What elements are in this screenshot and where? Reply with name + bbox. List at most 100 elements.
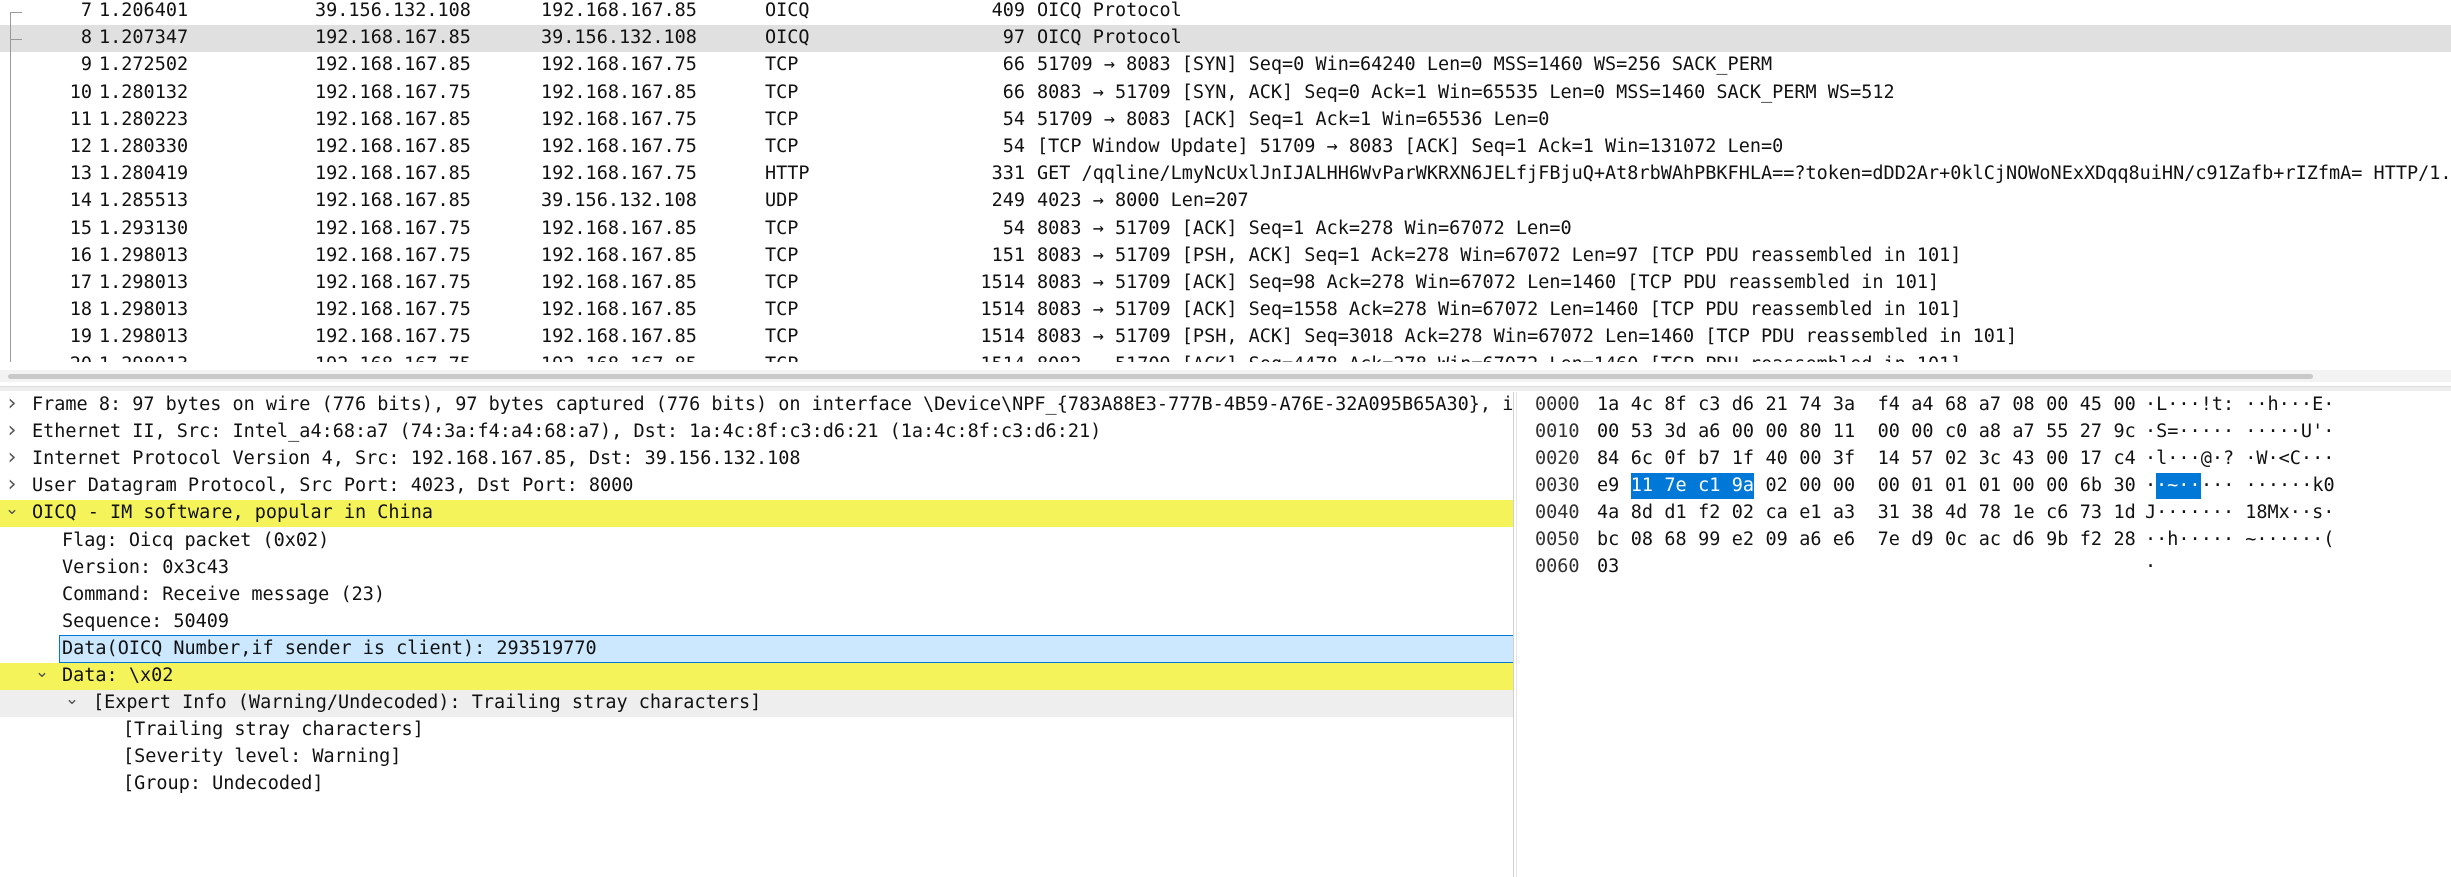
- hex-byte[interactable]: 00: [2012, 473, 2034, 499]
- hex-byte[interactable]: 01: [1945, 473, 1967, 499]
- packet-list-scrollbar-thumb[interactable]: [8, 374, 2313, 379]
- detail-row[interactable]: › User Datagram Protocol, Src Port: 4023,…: [0, 473, 1513, 500]
- hex-byte[interactable]: c4: [2114, 446, 2136, 472]
- hex-byte[interactable]: bc: [1597, 527, 1619, 553]
- hex-byte[interactable]: 9b: [2046, 527, 2068, 553]
- hex-byte[interactable]: f4: [1878, 392, 1900, 418]
- pane-splitter[interactable]: [0, 386, 2451, 391]
- packet-bytes-pane[interactable]: 0000 1a 4c 8f c3 d6 21 74 3a f4 a4 68 a7 08 00 45 00 ·L··…: [1517, 392, 2451, 877]
- detail-row[interactable]: [Group: Undecoded]: [0, 771, 1513, 798]
- hex-byte[interactable]: d6: [1732, 392, 1754, 418]
- hex-byte[interactable]: 78: [1979, 500, 2001, 526]
- hex-byte[interactable]: a4: [1911, 392, 1933, 418]
- chevron-down-icon[interactable]: ⌄: [34, 663, 50, 681]
- hex-byte[interactable]: a6: [1799, 527, 1821, 553]
- hex-byte[interactable]: 4c: [1631, 392, 1653, 418]
- hex-byte[interactable]: 11: [1833, 419, 1855, 445]
- chevron-down-icon[interactable]: ⌄: [4, 500, 20, 518]
- hex-byte[interactable]: e9: [1597, 473, 1619, 499]
- hex-byte[interactable]: ac: [1979, 527, 2001, 553]
- hex-byte[interactable]: c0: [1945, 419, 1967, 445]
- hex-byte[interactable]: 14: [1878, 446, 1900, 472]
- hex-byte[interactable]: 01: [1979, 473, 2001, 499]
- hex-byte[interactable]: 3f: [1833, 446, 1855, 472]
- hex-byte[interactable]: 08: [1631, 527, 1653, 553]
- hex-byte[interactable]: 73: [2080, 500, 2102, 526]
- detail-row[interactable]: [Trailing stray characters]: [0, 717, 1513, 744]
- hex-byte[interactable]: 00: [1878, 473, 1900, 499]
- detail-row[interactable]: › Ethernet II, Src: Intel_a4:68:a7 (74:3a…: [0, 419, 1513, 446]
- hex-byte[interactable]: 99: [1698, 527, 1720, 553]
- hex-byte[interactable]: 31: [1878, 500, 1900, 526]
- hex-byte[interactable]: 84: [1597, 446, 1619, 472]
- hex-byte[interactable]: 00: [1878, 419, 1900, 445]
- hex-byte[interactable]: 3c: [1979, 446, 2001, 472]
- hex-byte[interactable]: 00: [2114, 392, 2136, 418]
- hex-byte[interactable]: 7e: [1664, 473, 1699, 499]
- hex-byte[interactable]: c6: [2046, 500, 2068, 526]
- hex-byte[interactable]: f2: [1698, 500, 1720, 526]
- hex-byte[interactable]: 80: [1799, 419, 1821, 445]
- hex-byte[interactable]: 38: [1911, 500, 1933, 526]
- hex-byte[interactable]: 00: [1911, 419, 1933, 445]
- hex-byte[interactable]: 74: [1799, 392, 1821, 418]
- hex-byte[interactable]: 02: [1732, 500, 1754, 526]
- hex-byte[interactable]: f2: [2080, 527, 2102, 553]
- hex-byte[interactable]: ca: [1766, 500, 1788, 526]
- hex-byte[interactable]: 57: [1911, 446, 1933, 472]
- detail-row[interactable]: Data(OICQ Number,if sender is client): 2…: [0, 634, 1513, 663]
- hex-byte[interactable]: 1a: [1597, 392, 1619, 418]
- hex-byte[interactable]: 00: [1597, 419, 1619, 445]
- hex-byte[interactable]: c3: [1698, 392, 1720, 418]
- detail-row[interactable]: Version: 0x3c43: [0, 555, 1513, 582]
- hex-byte[interactable]: 7e: [1878, 527, 1900, 553]
- packet-row[interactable]: 16 1.298013 192.168.167.75 192.168.167.85 TC…: [0, 243, 2451, 270]
- detail-row[interactable]: › Frame 8: 97 bytes on wire (776 bits), 9…: [0, 392, 1513, 419]
- packet-row[interactable]: 14 1.285513 192.168.167.85 39.156.132.108 UD…: [0, 188, 2451, 215]
- ascii-highlight[interactable]: ·~··: [2156, 473, 2201, 499]
- hex-byte[interactable]: 27: [2080, 419, 2102, 445]
- hex-byte[interactable]: 1e: [2012, 500, 2034, 526]
- packet-row[interactable]: 17 1.298013 192.168.167.75 192.168.167.85 TC…: [0, 270, 2451, 297]
- packet-row[interactable]: 13 1.280419 192.168.167.85 192.168.167.75 HT…: [0, 161, 2451, 188]
- hex-byte[interactable]: a6: [1698, 419, 1720, 445]
- hex-byte[interactable]: e2: [1732, 527, 1754, 553]
- packet-list-pane[interactable]: 7 1.206401 39.156.132.108 192.168.167.85 OIC…: [0, 0, 2451, 362]
- hex-byte[interactable]: 30: [2114, 473, 2136, 499]
- hex-byte[interactable]: 02: [1945, 446, 1967, 472]
- hex-byte[interactable]: 53: [1631, 419, 1653, 445]
- hex-byte[interactable]: 45: [2080, 392, 2102, 418]
- packet-row[interactable]: 8 1.207347 192.168.167.85 39.156.132.108 OIC…: [0, 25, 2451, 53]
- hex-byte[interactable]: 00: [1766, 419, 1788, 445]
- hex-byte[interactable]: 28: [2114, 527, 2136, 553]
- hex-byte[interactable]: 1f: [1732, 446, 1754, 472]
- hex-byte[interactable]: 6b: [2080, 473, 2102, 499]
- packet-row[interactable]: 18 1.298013 192.168.167.75 192.168.167.85 TC…: [0, 297, 2451, 324]
- hex-byte[interactable]: 8d: [1631, 500, 1653, 526]
- hex-byte[interactable]: d1: [1664, 500, 1686, 526]
- hex-byte[interactable]: 01: [1911, 473, 1933, 499]
- pane-divider[interactable]: [1513, 392, 1514, 877]
- hex-byte[interactable]: 8f: [1664, 392, 1686, 418]
- detail-row[interactable]: [Severity level: Warning]: [0, 744, 1513, 771]
- chevron-right-icon[interactable]: ›: [4, 446, 20, 470]
- hex-byte[interactable]: a7: [1979, 392, 2001, 418]
- detail-row[interactable]: ⌄ Data: \x02: [0, 663, 1513, 690]
- detail-row[interactable]: Command: Receive message (23): [0, 582, 1513, 609]
- hex-byte[interactable]: 0c: [1945, 527, 1967, 553]
- packet-row[interactable]: 10 1.280132 192.168.167.75 192.168.167.85 TC…: [0, 80, 2451, 107]
- hex-byte[interactable]: a3: [1833, 500, 1855, 526]
- hex-byte[interactable]: 00: [1833, 473, 1855, 499]
- hex-byte[interactable]: 00: [2046, 473, 2068, 499]
- hex-byte[interactable]: 21: [1766, 392, 1788, 418]
- detail-row[interactable]: Flag: Oicq packet (0x02): [0, 528, 1513, 555]
- detail-row[interactable]: ⌄ OICQ - IM software, popular in China: [0, 500, 1513, 528]
- hex-byte[interactable]: 9c: [2114, 419, 2136, 445]
- packet-details-pane[interactable]: › Frame 8: 97 bytes on wire (776 bits), 9…: [0, 392, 1513, 877]
- hex-byte[interactable]: 00: [2046, 446, 2068, 472]
- hex-byte[interactable]: 43: [2012, 446, 2034, 472]
- hex-byte[interactable]: e6: [1833, 527, 1855, 553]
- hex-byte[interactable]: a8: [1979, 419, 2001, 445]
- hex-byte[interactable]: 1d: [2114, 500, 2136, 526]
- hex-byte[interactable]: 3d: [1664, 419, 1686, 445]
